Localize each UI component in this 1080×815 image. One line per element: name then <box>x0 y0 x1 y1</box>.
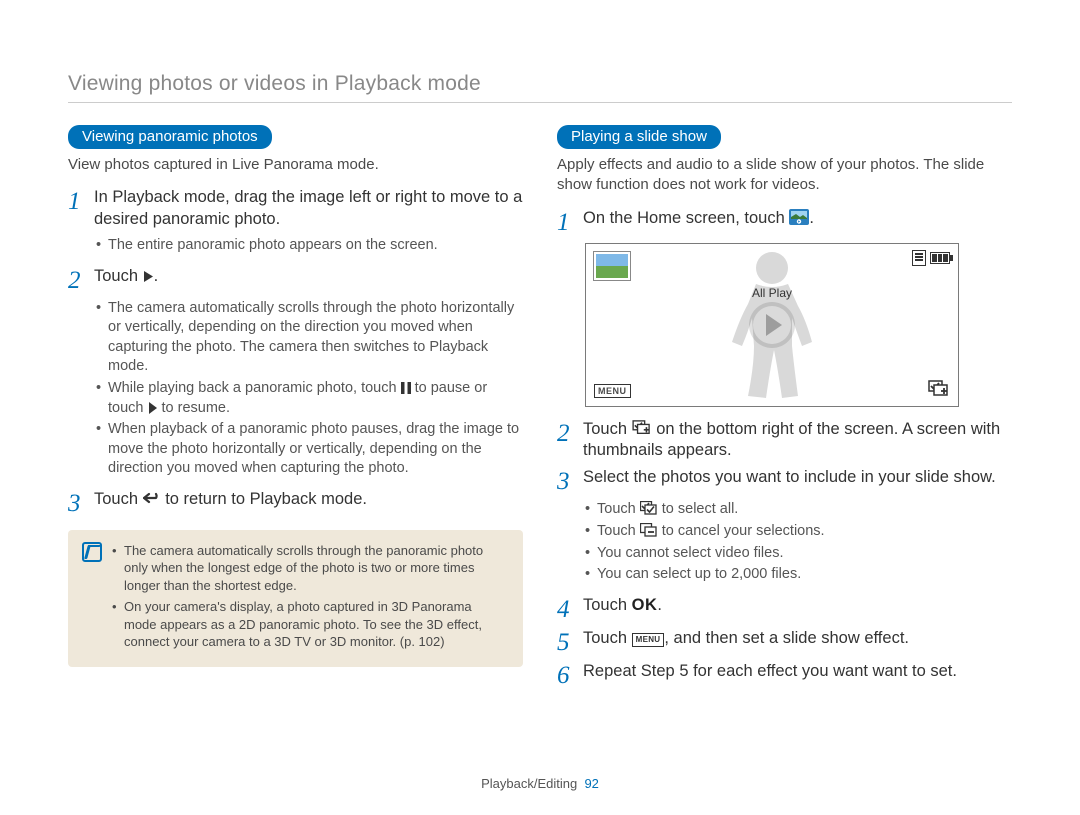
left-column: Viewing panoramic photos View photos cap… <box>68 125 523 694</box>
page-title: Viewing photos or videos in Playback mod… <box>68 72 1012 96</box>
section-pill-panoramic: Viewing panoramic photos <box>68 125 272 149</box>
text-fragment: Touch <box>94 490 143 508</box>
text-fragment: Touch <box>597 501 640 517</box>
step-text: Repeat Step 5 for each effect you want w… <box>583 661 957 688</box>
step-text: Touch MENU, and then set a slide show ef… <box>583 628 909 655</box>
note-icon <box>82 542 102 562</box>
list-item: Touch to cancel your selections. <box>585 522 1012 542</box>
intro-text: Apply effects and audio to a slide show … <box>557 155 1012 196</box>
text-fragment: Touch <box>583 596 632 614</box>
section-pill-slideshow: Playing a slide show <box>557 125 721 149</box>
step-3-sublist: Touch to select all. Touch to cancel you… <box>557 500 1012 584</box>
status-icons <box>912 250 950 266</box>
return-arrow-icon <box>143 492 161 506</box>
text-fragment: . <box>809 209 814 227</box>
note-list: The camera automatically scrolls through… <box>112 542 507 655</box>
step-text: On the Home screen, touch . <box>583 208 814 235</box>
text-fragment: Touch <box>597 523 640 539</box>
list-item: The entire panoramic photo appears on th… <box>96 236 523 256</box>
step-4: 4 Touch OK. <box>557 595 1012 622</box>
multi-select-icon[interactable] <box>928 380 950 398</box>
step-number: 5 <box>557 628 583 655</box>
text-fragment: to resume. <box>158 400 231 416</box>
horizontal-rule <box>68 102 1012 103</box>
select-all-icon <box>640 501 658 515</box>
camera-screenshot: All Play MENU <box>585 243 959 407</box>
step-text: Touch . <box>94 266 158 293</box>
play-triangle-icon <box>148 402 158 414</box>
step-5: 5 Touch MENU, and then set a slide show … <box>557 628 1012 655</box>
text-fragment: to cancel your selections. <box>658 523 825 539</box>
step-3: 3 Touch to return to Playback mode. <box>68 489 523 516</box>
list-item: You cannot select video files. <box>585 544 1012 564</box>
list-item: You can select up to 2,000 files. <box>585 565 1012 585</box>
text-fragment: , and then set a slide show effect. <box>664 629 909 647</box>
battery-icon <box>930 252 950 264</box>
step-number: 3 <box>68 489 94 516</box>
two-column-layout: Viewing panoramic photos View photos cap… <box>68 125 1012 694</box>
step-number: 3 <box>557 467 583 494</box>
all-play-label: All Play <box>752 286 792 300</box>
text-fragment: While playing back a panoramic photo, to… <box>108 380 401 396</box>
step-number: 6 <box>557 661 583 688</box>
pause-icon <box>401 382 411 394</box>
thumbnail-icon[interactable] <box>594 252 630 280</box>
step-3: 3 Select the photos you want to include … <box>557 467 1012 494</box>
step-text: Touch to return to Playback mode. <box>94 489 367 516</box>
step-number: 1 <box>557 208 583 235</box>
sd-card-icon <box>912 250 926 266</box>
step-2: 2 Touch on the bottom right of the scree… <box>557 419 1012 462</box>
step-text: Select the photos you want to include in… <box>583 467 996 494</box>
text-fragment: to select all. <box>658 501 739 517</box>
note-box: The camera automatically scrolls through… <box>68 530 523 667</box>
step-number: 4 <box>557 595 583 622</box>
menu-button[interactable]: MENU <box>594 384 631 398</box>
page-number: 92 <box>584 776 598 791</box>
page-footer: Playback/Editing 92 <box>0 776 1080 791</box>
menu-icon: MENU <box>632 633 665 647</box>
list-item: The camera automatically scrolls through… <box>96 299 523 377</box>
step-number: 1 <box>68 187 94 230</box>
play-triangle-icon <box>143 270 154 283</box>
right-column: Playing a slide show Apply effects and a… <box>557 125 1012 694</box>
deselect-icon <box>640 523 658 537</box>
text-fragment: Touch <box>583 420 632 438</box>
list-item: On your camera's display, a photo captur… <box>112 598 507 651</box>
intro-text: View photos captured in Live Panorama mo… <box>68 155 523 175</box>
text-fragment: Touch <box>583 629 632 647</box>
step-1-sublist: The entire panoramic photo appears on th… <box>68 236 523 256</box>
text-fragment: . <box>657 596 662 614</box>
list-item: When playback of a panoramic photo pause… <box>96 420 523 479</box>
multi-select-icon <box>632 420 652 436</box>
step-6: 6 Repeat Step 5 for each effect you want… <box>557 661 1012 688</box>
step-1: 1 In Playback mode, drag the image left … <box>68 187 523 230</box>
play-button[interactable] <box>749 302 795 348</box>
step-1: 1 On the Home screen, touch . <box>557 208 1012 235</box>
step-number: 2 <box>68 266 94 293</box>
step-text: In Playback mode, drag the image left or… <box>94 187 523 230</box>
text-fragment: Touch <box>94 267 143 285</box>
list-item: While playing back a panoramic photo, to… <box>96 379 523 418</box>
text-fragment: On the Home screen, touch <box>583 209 789 227</box>
step-2: 2 Touch . <box>68 266 523 293</box>
slideshow-app-icon <box>789 209 809 225</box>
step-text: Touch OK. <box>583 595 662 622</box>
text-fragment: to return to Playback mode. <box>161 490 367 508</box>
ok-label: OK <box>632 596 658 614</box>
step-text: Touch on the bottom right of the screen.… <box>583 419 1012 462</box>
page: Viewing photos or videos in Playback mod… <box>0 0 1080 734</box>
step-number: 2 <box>557 419 583 462</box>
list-item: The camera automatically scrolls through… <box>112 542 507 595</box>
footer-section: Playback/Editing <box>481 776 577 791</box>
text-fragment: . <box>154 267 159 285</box>
list-item: Touch to select all. <box>585 500 1012 520</box>
step-2-sublist: The camera automatically scrolls through… <box>68 299 523 479</box>
